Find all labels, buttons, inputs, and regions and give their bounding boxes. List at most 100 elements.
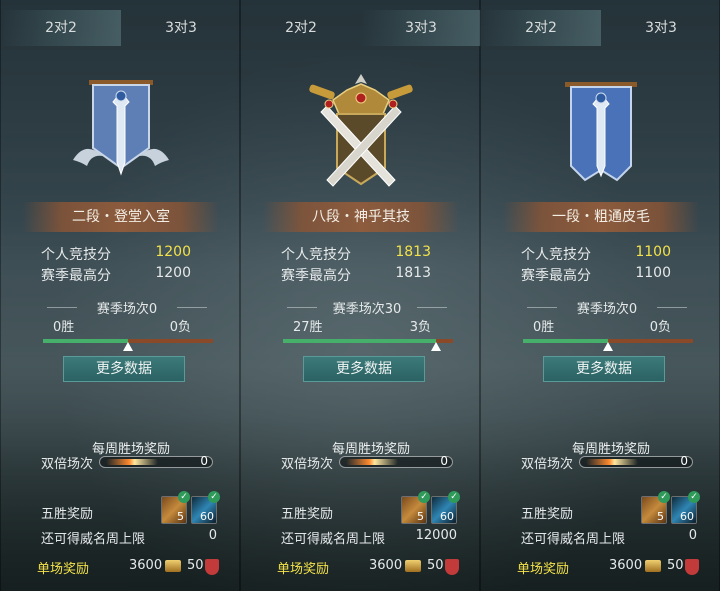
personal-score-value: 1200 bbox=[155, 244, 191, 260]
season-high-value: 1100 bbox=[635, 265, 671, 281]
tab-3v3[interactable]: 3对3 bbox=[361, 10, 481, 46]
claimed-check-icon: ✓ bbox=[448, 491, 460, 503]
reward-blade-icon[interactable]: ✓ 60 bbox=[431, 491, 460, 524]
reward-chest-icon[interactable]: ✓ 5 bbox=[401, 491, 430, 524]
single-reward-row: 单场奖励 3600 50 bbox=[277, 556, 465, 578]
tab-3v3[interactable]: 3对3 bbox=[601, 10, 720, 46]
single-reward-label: 单场奖励 bbox=[277, 562, 330, 577]
win-ratio-fill bbox=[283, 339, 436, 343]
five-win-reward-label: 五胜奖励 bbox=[41, 507, 94, 522]
win-ratio-fill bbox=[523, 339, 608, 343]
double-matches-track: 0 bbox=[99, 454, 213, 468]
personal-score-row: 个人竞技分 1100 bbox=[521, 244, 671, 264]
blue-banner-sword-icon bbox=[543, 70, 659, 196]
mode-tabs: 2对2 3对3 bbox=[481, 10, 720, 46]
more-data-button[interactable]: 更多数据 bbox=[543, 356, 665, 382]
reward-chest-icon[interactable]: ✓ 5 bbox=[641, 491, 670, 524]
season-matches: 赛季场次0 bbox=[521, 298, 693, 318]
reward-chest-count: 5 bbox=[177, 510, 184, 523]
season-high-label: 赛季最高分 bbox=[281, 268, 351, 284]
single-reward-honor: 50 bbox=[427, 558, 444, 573]
five-win-reward-row: 五胜奖励 ✓ 5 ✓ 60 bbox=[281, 491, 461, 526]
reward-chest-count: 5 bbox=[417, 510, 424, 523]
renown-cap-row: 还可得威名周上限 0 bbox=[521, 528, 697, 548]
coin-icon bbox=[165, 560, 181, 572]
single-reward-coin: 3600 bbox=[369, 558, 403, 573]
renown-cap-value: 0 bbox=[688, 528, 697, 543]
renown-cap-row: 还可得威名周上限 0 bbox=[41, 528, 217, 548]
single-reward-coin: 3600 bbox=[609, 558, 643, 573]
arena-panel-2: 2对2 3对3 八段・神乎其技 个人竞技分 1813 赛季最高分 1813 赛季… bbox=[240, 0, 481, 591]
win-ratio-bar bbox=[43, 339, 213, 351]
coin-icon bbox=[405, 560, 421, 572]
reward-blade-icon[interactable]: ✓ 60 bbox=[671, 491, 700, 524]
claimed-check-icon: ✓ bbox=[688, 491, 700, 503]
double-matches-row: 双倍场次 0 bbox=[41, 452, 217, 472]
double-matches-label: 双倍场次 bbox=[281, 457, 334, 472]
five-win-reward-label: 五胜奖励 bbox=[281, 507, 334, 522]
win-loss-row: 0胜 0负 bbox=[53, 316, 191, 335]
season-high-label: 赛季最高分 bbox=[521, 268, 591, 284]
arena-panel-3: 2对2 3对3 一段・粗通皮毛 个人竞技分 1100 赛季最高分 1100 赛季… bbox=[480, 0, 720, 591]
personal-score-value: 1100 bbox=[635, 244, 671, 260]
single-reward-label: 单场奖励 bbox=[517, 562, 570, 577]
claimed-check-icon: ✓ bbox=[178, 491, 190, 503]
coin-icon bbox=[645, 560, 661, 572]
personal-score-row: 个人竞技分 1813 bbox=[281, 244, 431, 264]
rank-title: 八段・神乎其技 bbox=[263, 202, 459, 232]
five-win-reward-row: 五胜奖励 ✓ 5 ✓ 60 bbox=[41, 491, 221, 526]
mode-tabs: 2对2 3对3 bbox=[241, 10, 481, 46]
personal-score-label: 个人竞技分 bbox=[281, 247, 351, 263]
losses-count: 0负 bbox=[169, 320, 191, 335]
renown-cap-label: 还可得威名周上限 bbox=[521, 532, 626, 547]
season-high-label: 赛季最高分 bbox=[41, 268, 111, 284]
tab-3v3[interactable]: 3对3 bbox=[121, 10, 241, 46]
double-matches-track: 0 bbox=[579, 454, 693, 468]
single-reward-label: 单场奖励 bbox=[37, 562, 90, 577]
win-ratio-bar bbox=[523, 339, 693, 351]
win-loss-row: 27胜 3负 bbox=[293, 316, 431, 335]
win-ratio-fill bbox=[43, 339, 128, 343]
more-data-button[interactable]: 更多数据 bbox=[303, 356, 425, 382]
single-reward-row: 单场奖励 3600 50 bbox=[517, 556, 705, 578]
reward-chest-icon[interactable]: ✓ 5 bbox=[161, 491, 190, 524]
reward-blade-count: 60 bbox=[440, 510, 454, 523]
losses-count: 0负 bbox=[649, 320, 671, 335]
win-ratio-bar bbox=[283, 339, 453, 351]
renown-cap-value: 0 bbox=[208, 528, 217, 543]
personal-score-row: 个人竞技分 1200 bbox=[41, 244, 191, 264]
season-high-value: 1200 bbox=[155, 265, 191, 281]
mode-tabs: 2对2 3对3 bbox=[1, 10, 241, 46]
double-matches-count: 0 bbox=[680, 454, 688, 468]
double-matches-track: 0 bbox=[339, 454, 453, 468]
five-win-reward-row: 五胜奖励 ✓ 5 ✓ 60 bbox=[521, 491, 701, 526]
renown-cap-label: 还可得威名周上限 bbox=[41, 532, 146, 547]
renown-cap-value: 12000 bbox=[415, 528, 457, 543]
season-high-value: 1813 bbox=[395, 265, 431, 281]
more-data-button[interactable]: 更多数据 bbox=[63, 356, 185, 382]
tab-2v2[interactable]: 2对2 bbox=[1, 10, 121, 46]
wins-count: 0胜 bbox=[533, 320, 555, 335]
single-reward-honor: 50 bbox=[187, 558, 204, 573]
double-matches-row: 双倍场次 0 bbox=[521, 452, 697, 472]
rank-title: 二段・登堂入室 bbox=[23, 202, 219, 232]
double-matches-count: 0 bbox=[200, 454, 208, 468]
rank-title: 一段・粗通皮毛 bbox=[503, 202, 699, 232]
reward-blade-count: 60 bbox=[200, 510, 214, 523]
tab-2v2[interactable]: 2对2 bbox=[481, 10, 601, 46]
win-ratio-marker bbox=[603, 342, 613, 351]
win-loss-row: 0胜 0负 bbox=[533, 316, 671, 335]
tab-2v2[interactable]: 2对2 bbox=[241, 10, 361, 46]
honor-shield-icon bbox=[205, 559, 219, 575]
honor-shield-icon bbox=[685, 559, 699, 575]
claimed-check-icon: ✓ bbox=[208, 491, 220, 503]
gold-crossed-swords-crown-icon bbox=[303, 70, 419, 196]
flame-icon bbox=[586, 459, 638, 465]
flame-icon bbox=[106, 459, 158, 465]
personal-score-value: 1813 bbox=[395, 244, 431, 260]
season-high-row: 赛季最高分 1813 bbox=[281, 265, 431, 285]
double-matches-label: 双倍场次 bbox=[521, 457, 574, 472]
reward-blade-icon[interactable]: ✓ 60 bbox=[191, 491, 220, 524]
silver-banner-sword-icon bbox=[63, 70, 179, 196]
season-matches: 赛季场次30 bbox=[281, 298, 453, 318]
